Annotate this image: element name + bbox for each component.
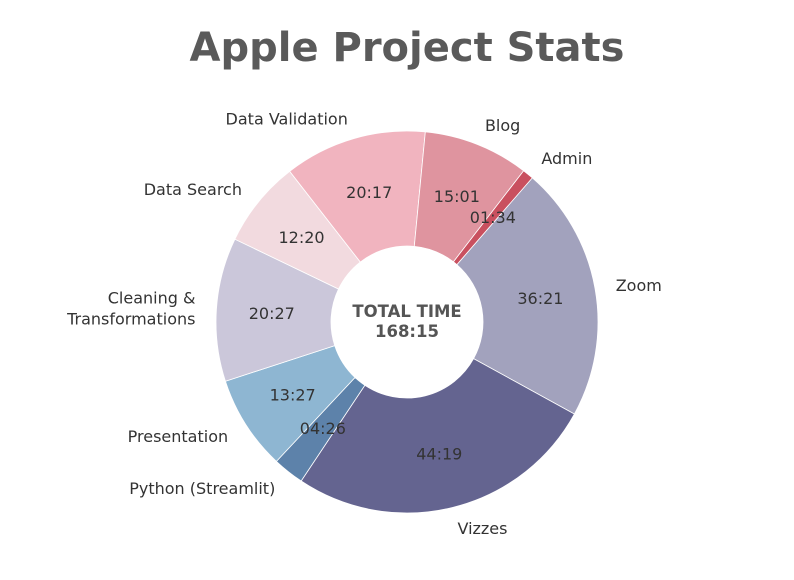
center-label-line-2: 168:15 [375, 322, 439, 341]
category-label-admin: Admin [541, 149, 592, 168]
value-label-admin: 01:34 [470, 208, 516, 227]
center-label-line-1: TOTAL TIME [352, 302, 461, 321]
donut-chart: Apple Project Stats Zoom Vizzes Python (St… [66, 25, 662, 538]
value-label-data-search: 12:20 [278, 228, 324, 247]
category-label-vizzes: Vizzes [457, 519, 507, 538]
value-label-python-streamlit: 04:26 [300, 419, 346, 438]
category-label-cleaning-transformations: Cleaning & Transformations [66, 288, 195, 328]
category-label-zoom: Zoom [616, 276, 662, 295]
category-label-python-streamlit: Python (Streamlit) [129, 479, 275, 498]
category-label-blog: Blog [485, 116, 520, 135]
chart-title: Apple Project Stats [190, 25, 625, 71]
value-label-vizzes: 44:19 [416, 445, 462, 464]
value-label-blog: 15:01 [434, 187, 480, 206]
category-label-data-search: Data Search [144, 180, 242, 199]
category-label-data-validation: Data Validation [226, 109, 348, 128]
value-label-zoom: 36:21 [517, 289, 563, 308]
value-label-data-validation: 20:17 [346, 183, 392, 202]
value-label-cleaning-transformations: 20:27 [249, 304, 295, 323]
value-label-presentation: 13:27 [270, 386, 316, 405]
category-label-presentation: Presentation [128, 427, 228, 446]
